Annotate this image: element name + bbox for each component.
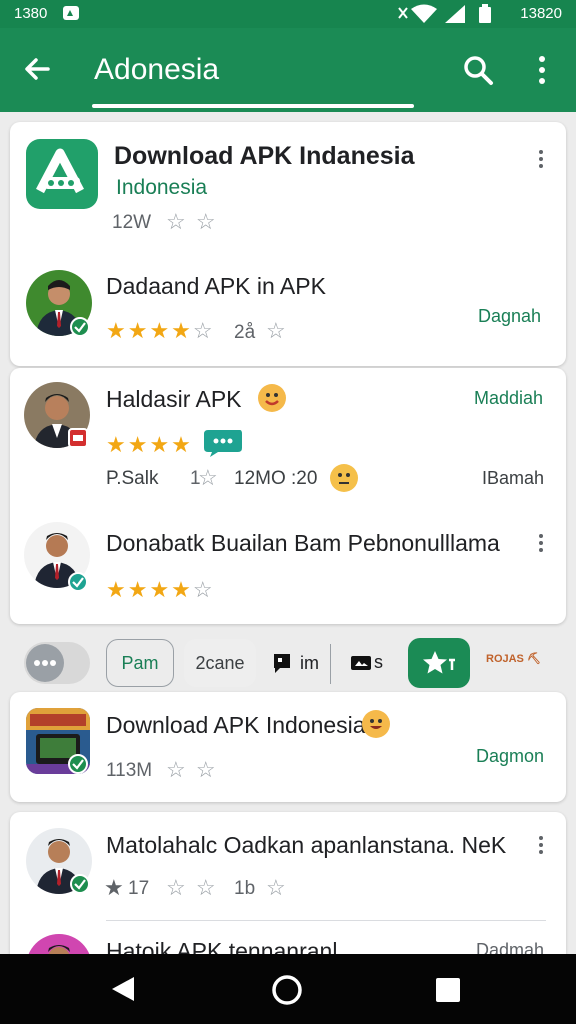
row-divider: [106, 920, 546, 921]
toggle-switch[interactable]: [24, 642, 90, 684]
chip-im[interactable]: im: [272, 652, 319, 674]
title-underline: [92, 104, 414, 108]
image-icon: [351, 655, 371, 670]
notification-icon: [63, 6, 79, 20]
chip-tail-label: ROJAS ⛏: [486, 653, 541, 665]
featured-title[interactable]: Download APK Indanesia: [114, 142, 415, 171]
list-item-time: 12MO :20: [234, 468, 318, 489]
chip-label: s: [374, 652, 383, 672]
rating-stars: ☆ ☆: [166, 757, 218, 782]
more-icon[interactable]: [537, 836, 545, 856]
nav-recents-icon[interactable]: [434, 976, 462, 1004]
featured-app-icon[interactable]: [26, 139, 98, 209]
star-icon: [423, 651, 455, 674]
status-clock: 13820: [520, 5, 562, 22]
page-title: Adonesia: [94, 53, 220, 86]
list-item-meta: 113M: [106, 760, 153, 781]
wifi-icon: [411, 4, 437, 23]
list-item-title[interactable]: Matolahalc Oadkan apanlanstana. NeK: [106, 832, 506, 859]
verified-badge-icon: [68, 754, 88, 774]
app-bar: Adonesia: [0, 28, 576, 112]
signal-icon: [445, 5, 465, 23]
list-item-title[interactable]: Haldasir APK: [106, 386, 242, 413]
emoji-icon: [258, 384, 286, 412]
rating-stars: ★★★★☆: [106, 318, 215, 343]
more-icon[interactable]: [537, 534, 545, 554]
list-item-meta: 1b: [234, 878, 256, 899]
status-bar: 1380 13820: [0, 0, 576, 28]
emoji-icon: [362, 710, 390, 738]
chip-s[interactable]: s: [350, 652, 383, 673]
chip-divider: [330, 644, 331, 684]
chat-bubble-icon: [202, 426, 244, 463]
rating-extra-star: ☆: [198, 465, 220, 490]
list-item-action[interactable]: IBamah: [482, 468, 544, 489]
rating-stars: ★★★★: [106, 432, 193, 457]
system-nav-bar: [0, 954, 576, 1024]
list-item-meta: P.Salk: [106, 468, 159, 489]
chip-label: im: [300, 652, 319, 673]
featured-meta: 12W: [112, 212, 152, 233]
filter-chip-acane[interactable]: 2cane: [184, 639, 256, 687]
featured-rating-stars: ☆ ☆: [166, 209, 218, 234]
vibrate-icon: [398, 7, 408, 19]
back-arrow-icon[interactable]: [22, 54, 52, 84]
featured-more-icon[interactable]: [537, 150, 545, 170]
message-icon: [274, 654, 290, 673]
verified-badge-icon: [68, 572, 88, 592]
rating-stars: ★★★★☆: [106, 577, 215, 602]
rating-extra-star: ☆: [266, 318, 288, 343]
list-item-action[interactable]: Maddiah: [474, 388, 543, 409]
list-item-action[interactable]: Dagmon: [476, 746, 544, 767]
more-vert-icon[interactable]: [532, 52, 552, 88]
apk-logo-icon: [36, 148, 84, 194]
verified-badge-icon: [70, 317, 90, 337]
emoji-icon: [330, 464, 358, 492]
rating-lead-star: ★: [104, 875, 126, 900]
status-time: 1380: [14, 5, 48, 22]
rating-stars: ☆ ☆: [166, 875, 218, 900]
nav-home-icon[interactable]: [270, 973, 304, 1007]
live-badge-icon: [68, 428, 88, 448]
nav-back-icon[interactable]: [108, 974, 138, 1004]
list-item-title[interactable]: Dadaand APK in APK: [106, 273, 326, 300]
filter-chip-pam[interactable]: Pam: [106, 639, 174, 687]
list-item-action[interactable]: Dagnah: [478, 306, 541, 327]
chip-label: 2cane: [195, 652, 245, 673]
verified-badge-icon: [70, 874, 90, 894]
featured-subtitle: Indonesia: [116, 176, 208, 199]
list-item-title[interactable]: Donabatk Buailan Bam Pebnonulllama: [106, 530, 500, 557]
search-icon[interactable]: [462, 54, 494, 86]
rating-extra-star: ☆: [266, 875, 288, 900]
ellipsis-icon: [26, 644, 64, 682]
battery-icon: [479, 4, 491, 23]
list-item-title[interactable]: Download APK Indonesia: [106, 712, 366, 739]
starred-chip[interactable]: [408, 638, 470, 688]
list-item-meta: 17: [128, 878, 150, 899]
chip-label: Pam: [121, 652, 159, 673]
list-item-meta: 2å: [234, 322, 256, 343]
